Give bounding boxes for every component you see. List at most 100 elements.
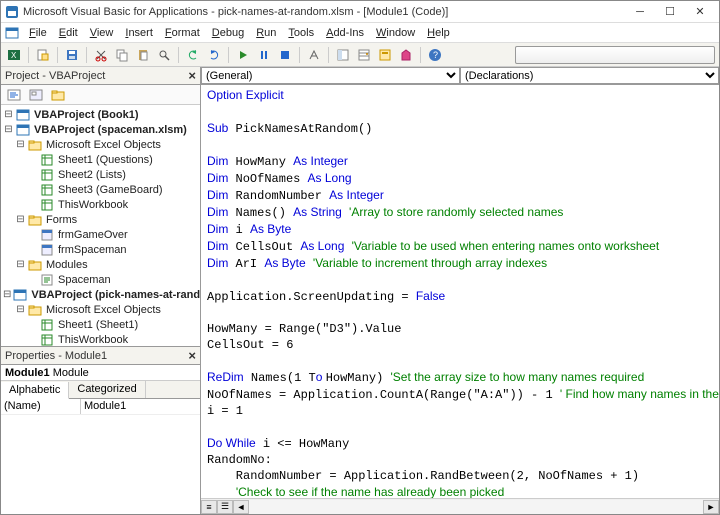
- tree-node[interactable]: ThisWorkbook: [3, 197, 198, 212]
- code-editor[interactable]: Option Explicit Sub PickNamesAtRandom() …: [201, 85, 719, 498]
- project-pane-header: Project - VBAProject ×: [1, 67, 200, 85]
- tree-label[interactable]: Sheet3 (GameBoard): [56, 184, 165, 196]
- sht-icon: [40, 319, 54, 331]
- menu-insert[interactable]: Insert: [119, 25, 159, 41]
- view-excel-button[interactable]: X: [5, 46, 23, 64]
- tree-node[interactable]: ThisWorkbook: [3, 332, 198, 346]
- tree-label[interactable]: ThisWorkbook: [56, 334, 130, 346]
- tree-node[interactable]: ⊟ Microsoft Excel Objects: [3, 302, 198, 317]
- tab-categorized[interactable]: Categorized: [69, 381, 145, 398]
- fld-icon: [28, 214, 42, 226]
- help-button[interactable]: ?: [426, 46, 444, 64]
- collapse-icon[interactable]: ⊟: [15, 139, 26, 150]
- tree-label[interactable]: Microsoft Excel Objects: [44, 139, 163, 151]
- scroll-right-icon[interactable]: ►: [703, 500, 719, 514]
- minimize-button[interactable]: ─: [625, 3, 655, 21]
- save-button[interactable]: [63, 46, 81, 64]
- tree-label[interactable]: ThisWorkbook: [56, 199, 130, 211]
- tree-node[interactable]: frmSpaceman: [3, 242, 198, 257]
- tree-node[interactable]: ⊟ VBAProject (spaceman.xlsm): [3, 122, 198, 137]
- collapse-icon[interactable]: ⊟: [3, 109, 14, 120]
- collapse-icon[interactable]: ⊟: [15, 214, 26, 225]
- collapse-icon[interactable]: ⊟: [15, 304, 26, 315]
- run-button[interactable]: [234, 46, 252, 64]
- tree-label[interactable]: Spaceman: [56, 274, 113, 286]
- scroll-mode-proc-icon[interactable]: ≡: [201, 500, 217, 514]
- menu-format[interactable]: Format: [159, 25, 206, 41]
- tree-label[interactable]: VBAProject (Book1): [32, 109, 141, 121]
- menu-debug[interactable]: Debug: [206, 25, 250, 41]
- tree-node[interactable]: Sheet2 (Lists): [3, 167, 198, 182]
- menu-view[interactable]: View: [84, 25, 120, 41]
- tree-label[interactable]: VBAProject (spaceman.xlsm): [32, 124, 189, 136]
- scroll-mode-full-icon[interactable]: ☰: [217, 500, 233, 514]
- properties-button[interactable]: [355, 46, 373, 64]
- menu-file[interactable]: File: [23, 25, 53, 41]
- reset-button[interactable]: [276, 46, 294, 64]
- menu-add-ins[interactable]: Add-Ins: [320, 25, 370, 41]
- tree-node[interactable]: Sheet3 (GameBoard): [3, 182, 198, 197]
- tree-label[interactable]: Microsoft Excel Objects: [44, 304, 163, 316]
- menu-edit[interactable]: Edit: [53, 25, 84, 41]
- toolbox-button[interactable]: [397, 46, 415, 64]
- toggle-folders-button[interactable]: [49, 86, 67, 104]
- fld-icon: [28, 259, 42, 271]
- close-button[interactable]: ✕: [685, 3, 715, 21]
- properties-grid[interactable]: (Name)Module1: [1, 399, 200, 514]
- insert-button[interactable]: [34, 46, 52, 64]
- break-button[interactable]: [255, 46, 273, 64]
- tree-node[interactable]: ⊟ VBAProject (Book1): [3, 107, 198, 122]
- properties-pane-close-icon[interactable]: ×: [188, 348, 196, 363]
- view-object-button[interactable]: [27, 86, 45, 104]
- property-row[interactable]: (Name)Module1: [1, 399, 200, 415]
- sht-icon: [40, 334, 54, 346]
- tree-node[interactable]: ⊟ Modules: [3, 257, 198, 272]
- menu-run[interactable]: Run: [250, 25, 282, 41]
- paste-button[interactable]: [134, 46, 152, 64]
- tree-node[interactable]: ⊟ Forms: [3, 212, 198, 227]
- redo-button[interactable]: [205, 46, 223, 64]
- app-icon: [5, 5, 19, 19]
- collapse-icon[interactable]: ⊟: [3, 289, 11, 300]
- properties-object-selector[interactable]: Module1 Module: [1, 365, 200, 381]
- collapse-icon[interactable]: ⊟: [15, 259, 26, 270]
- tab-alphabetic[interactable]: Alphabetic: [1, 382, 69, 399]
- property-value[interactable]: Module1: [81, 399, 200, 414]
- tree-label[interactable]: Sheet2 (Lists): [56, 169, 128, 181]
- tree-node[interactable]: frmGameOver: [3, 227, 198, 242]
- object-browser-button[interactable]: [376, 46, 394, 64]
- object-dropdown[interactable]: (General): [201, 67, 460, 84]
- tree-label[interactable]: frmGameOver: [56, 229, 130, 241]
- fld-icon: [28, 139, 42, 151]
- tree-label[interactable]: Sheet1 (Sheet1): [56, 319, 140, 331]
- project-tree[interactable]: ⊟ VBAProject (Book1) ⊟ VBAProject (spaceman…: [1, 105, 200, 346]
- project-pane-close-icon[interactable]: ×: [188, 68, 196, 83]
- view-code-button[interactable]: [5, 86, 23, 104]
- object-box[interactable]: [515, 46, 715, 64]
- tree-label[interactable]: VBAProject (pick-names-at-random.xlsm): [29, 289, 200, 301]
- tree-label[interactable]: Modules: [44, 259, 90, 271]
- scroll-left-icon[interactable]: ◄: [233, 500, 249, 514]
- project-explorer-button[interactable]: [334, 46, 352, 64]
- menu-help[interactable]: Help: [421, 25, 456, 41]
- find-button[interactable]: [155, 46, 173, 64]
- tree-node[interactable]: ⊟ VBAProject (pick-names-at-random.xlsm): [3, 287, 198, 302]
- tree-node[interactable]: ⊟ Microsoft Excel Objects: [3, 137, 198, 152]
- tree-label[interactable]: Forms: [44, 214, 79, 226]
- maximize-button[interactable]: ☐: [655, 3, 685, 21]
- cut-button[interactable]: [92, 46, 110, 64]
- undo-button[interactable]: [184, 46, 202, 64]
- tree-label[interactable]: frmSpaceman: [56, 244, 128, 256]
- procedure-dropdown[interactable]: (Declarations): [460, 67, 719, 84]
- tree-node[interactable]: Sheet1 (Questions): [3, 152, 198, 167]
- code-hscrollbar[interactable]: ≡ ☰ ◄ ►: [201, 498, 719, 514]
- menu-window[interactable]: Window: [370, 25, 421, 41]
- design-mode-button[interactable]: [305, 46, 323, 64]
- tree-label[interactable]: Sheet1 (Questions): [56, 154, 155, 166]
- collapse-icon[interactable]: ⊟: [3, 124, 14, 135]
- copy-button[interactable]: [113, 46, 131, 64]
- sht-icon: [40, 184, 54, 196]
- tree-node[interactable]: Spaceman: [3, 272, 198, 287]
- menu-tools[interactable]: Tools: [282, 25, 320, 41]
- tree-node[interactable]: Sheet1 (Sheet1): [3, 317, 198, 332]
